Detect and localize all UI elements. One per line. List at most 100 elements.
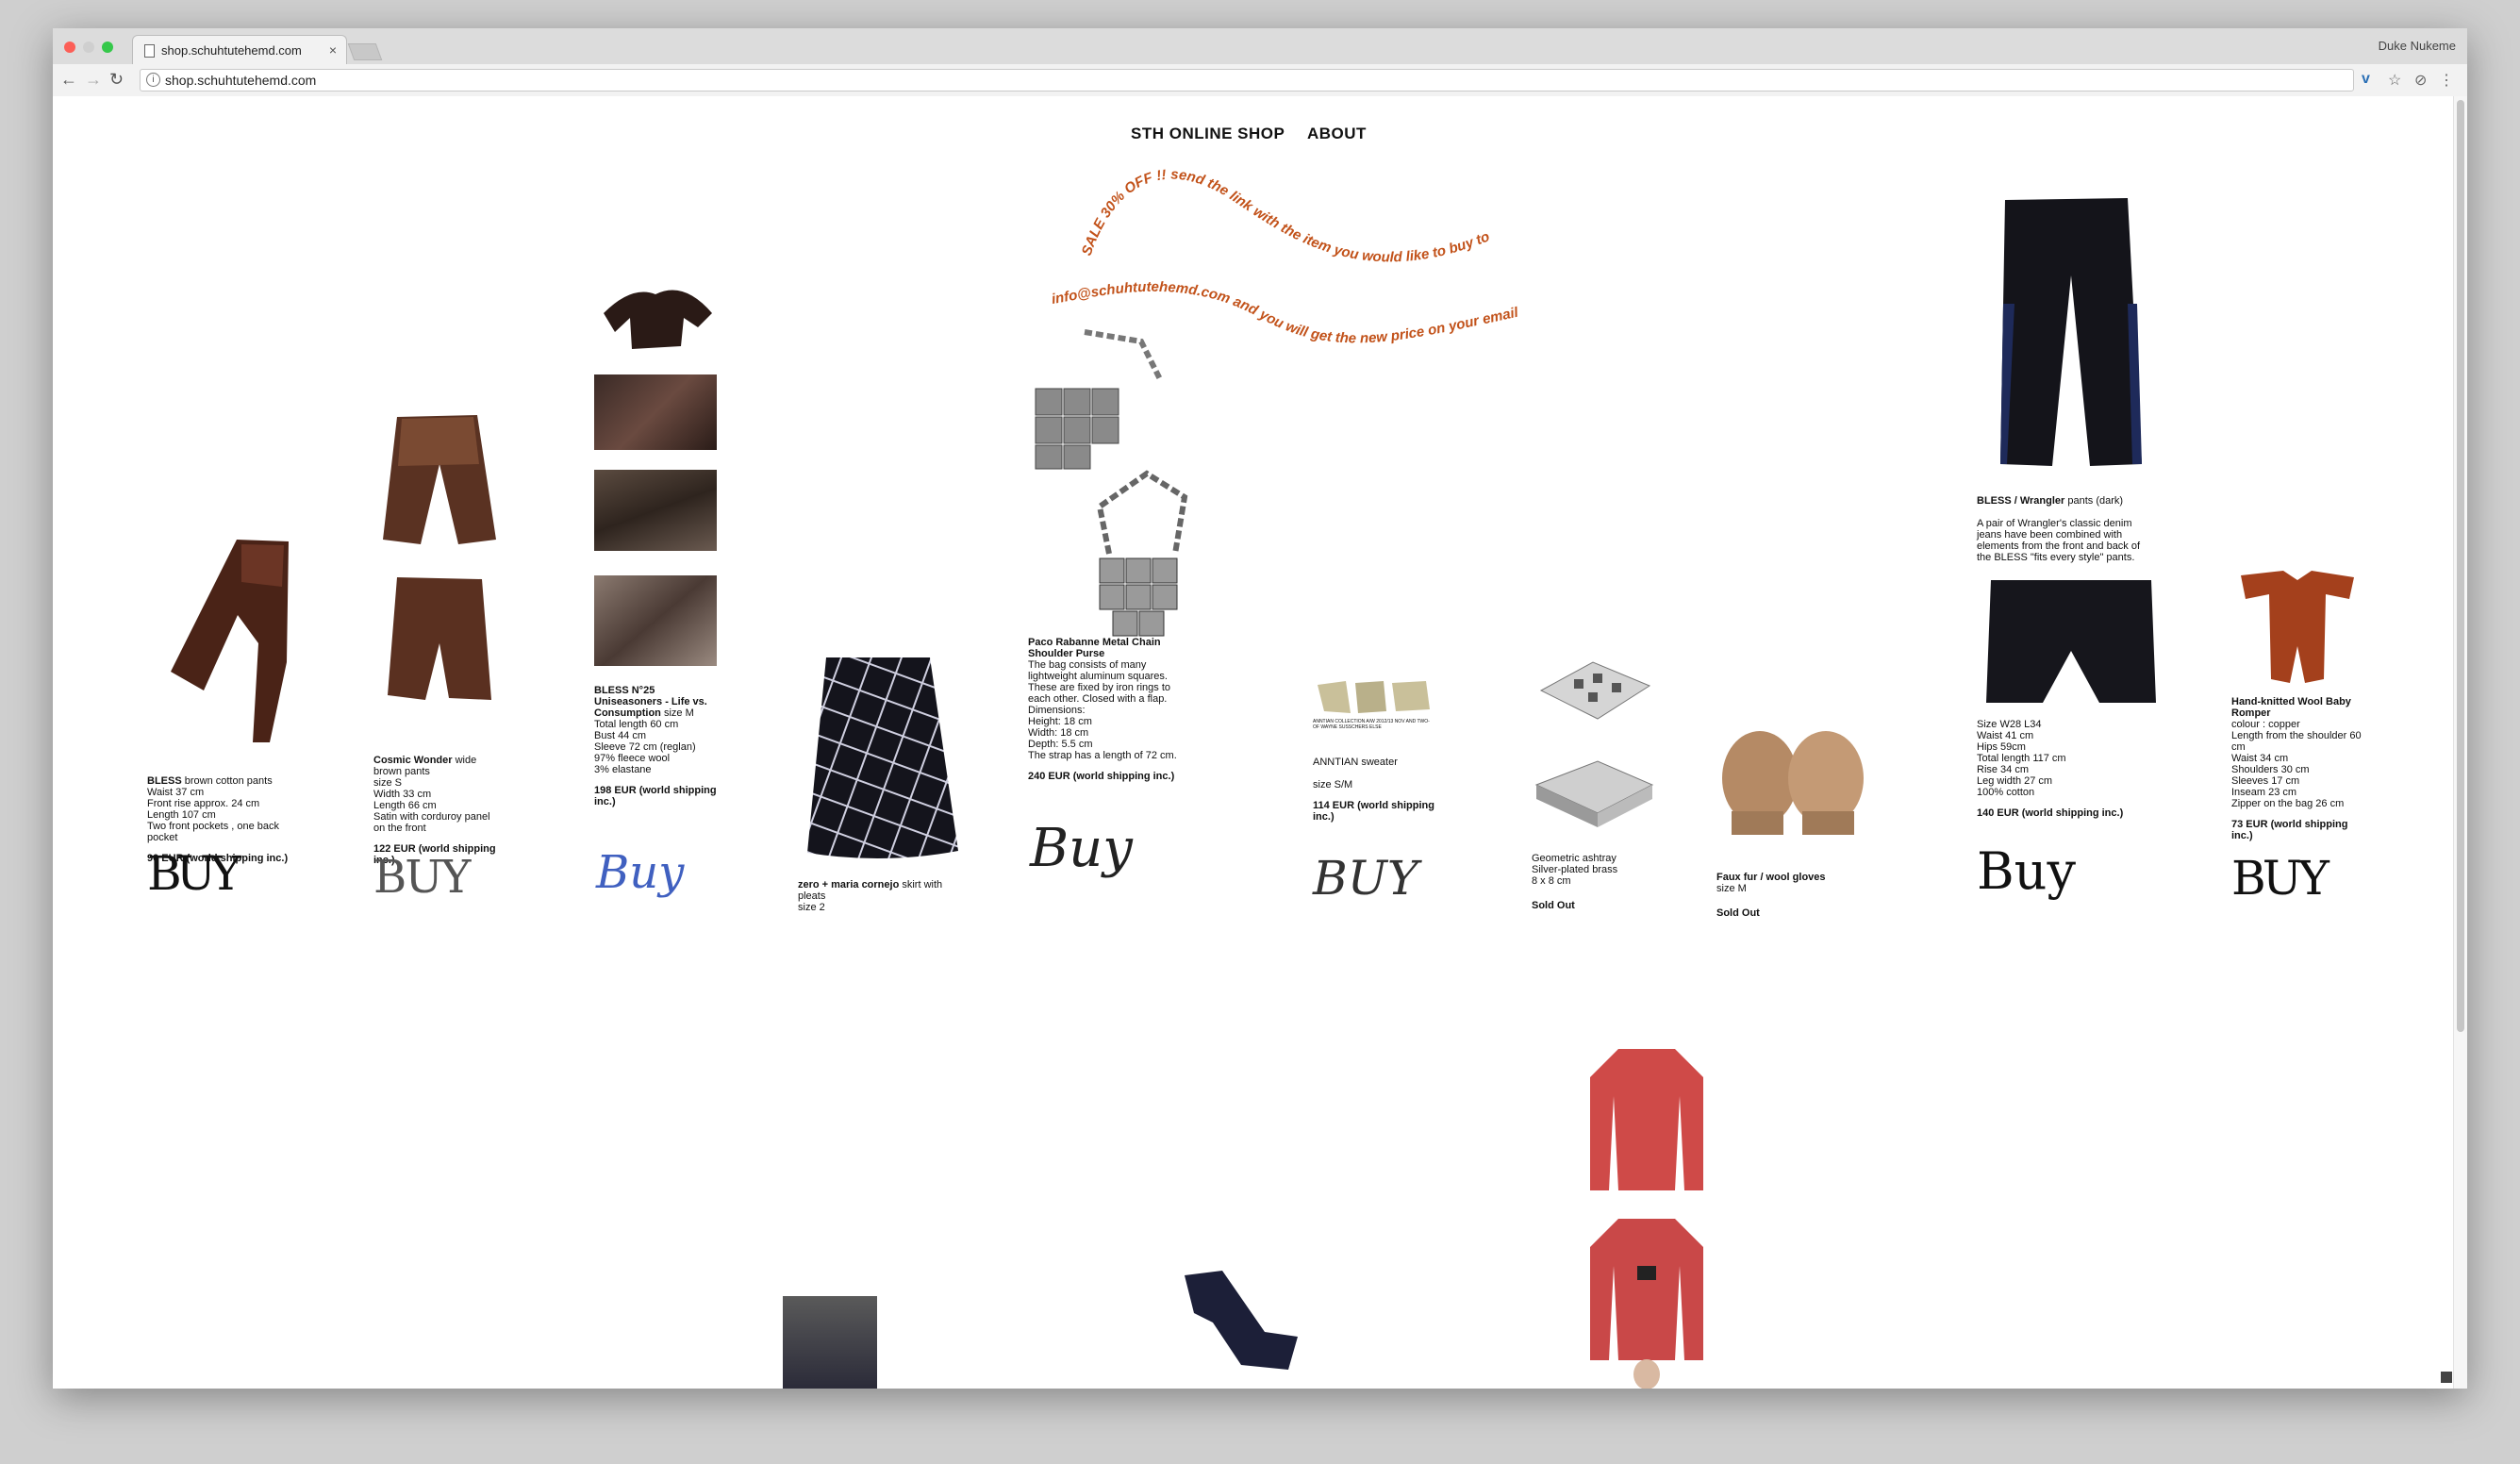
product-price: 73 EUR (world shipping inc.): [2231, 819, 2348, 841]
menu-icon[interactable]: ⋮: [2439, 71, 2454, 90]
product-brand: Hand-knitted Wool Baby Romper: [2231, 696, 2351, 719]
anntian-label: ANNTIAN COLLECTION A/W 2012/13 NOV AND T…: [1313, 719, 1430, 730]
product-image-ashtray-side[interactable]: [1532, 747, 1654, 832]
page-content: STH ONLINE SHOP ABOUT SALE 30% OFF !! se…: [53, 96, 2467, 1389]
product-desc: Total length 60 cm Bust 44 cm Sleeve 72 …: [594, 719, 696, 775]
product-name: ANNTIAN sweater: [1313, 757, 1398, 768]
product-6-info: ANNTIAN sweater size S/M 114 EUR (world …: [1313, 757, 1445, 823]
product-image-brown-pants-front[interactable]: [373, 408, 506, 549]
extension-icon[interactable]: ⊘: [2414, 71, 2427, 90]
product-image-sweater-worn[interactable]: [594, 575, 717, 666]
back-button[interactable]: ←: [60, 70, 77, 90]
product-2-info: Cosmic Wonder wide brown pants size S Wi…: [373, 755, 496, 866]
product-image-brown-pants-back[interactable]: [373, 568, 506, 709]
product-desc: Waist 37 cm Front rise approx. 24 cm Len…: [147, 787, 280, 843]
page-icon: [144, 44, 155, 58]
browser-window: shop.schuhtutehemd.com × Duke Nukeme ← →…: [53, 28, 2467, 1389]
info-icon[interactable]: i: [146, 73, 160, 87]
product-brand: Paco Rabanne Metal Chain Shoulder Purse: [1028, 637, 1161, 659]
reload-button[interactable]: ↻: [109, 70, 124, 90]
buy-button[interactable]: BUY: [373, 851, 471, 904]
product-desc: A pair of Wrangler's classic denim jeans…: [1977, 518, 2141, 563]
buy-button[interactable]: BUY: [1313, 851, 1418, 906]
product-9-info: Size W28 L34 Waist 41 cm Hips 59cm Total…: [1977, 719, 2147, 819]
product-desc: Silver-plated brass 8 x 8 cm: [1532, 864, 1618, 887]
url-text[interactable]: shop.schuhtutehemd.com: [165, 73, 316, 88]
product-image-plaid-skirt[interactable]: [798, 653, 968, 860]
product-price: 198 EUR (world shipping inc.): [594, 785, 717, 807]
product-price: 240 EUR (world shipping inc.): [1028, 771, 1175, 782]
product-image-puffer-vest[interactable]: [783, 1296, 877, 1389]
product-image-sweater-flat[interactable]: [594, 275, 717, 360]
product-brand: Faux fur / wool gloves: [1716, 872, 1826, 883]
product-price: 140 EUR (world shipping inc.): [1977, 807, 2124, 819]
svg-text:SALE 30% OFF !! send the link: SALE 30% OFF !! send the link with the i…: [1079, 167, 1492, 266]
profile-name[interactable]: Duke Nukeme: [2379, 39, 2456, 53]
close-window-button[interactable]: [64, 42, 75, 53]
product-4-info: zero + maria cornejo skirt with pleats s…: [798, 879, 958, 913]
forward-button[interactable]: →: [85, 70, 102, 90]
page-scrollbar[interactable]: [2453, 96, 2467, 1389]
product-image-metal-purse-1[interactable]: [1028, 323, 1179, 474]
browser-toolbar: ← → ↻ i shop.schuhtutehemd.com v ☆ ⊘ ⋮: [53, 64, 2467, 97]
tab-bar: shop.schuhtutehemd.com × Duke Nukeme: [53, 28, 2467, 65]
product-9-title: BLESS / Wrangler pants (dark) A pair of …: [1977, 495, 2147, 563]
nav-about-link[interactable]: ABOUT: [1307, 125, 1367, 143]
product-image-baby-romper[interactable]: [2231, 566, 2363, 689]
buy-button[interactable]: Buy: [596, 846, 684, 899]
product-status: Sold Out: [1716, 907, 1760, 919]
product-brand: BLESS / Wrangler: [1977, 495, 2065, 507]
product-image-wrangler-pants-detail[interactable]: [1977, 575, 2165, 707]
product-brand: Cosmic Wonder: [373, 755, 453, 766]
product-3-info: BLESS N°25 Uniseasoners - Life vs. Consu…: [594, 685, 717, 807]
product-name: pants (dark): [2064, 495, 2124, 507]
tab-title: shop.schuhtutehemd.com: [161, 43, 302, 58]
close-tab-icon[interactable]: ×: [329, 42, 337, 58]
product-image-red-jacket-1[interactable]: [1581, 1040, 1713, 1200]
product-image-anntian-sweater[interactable]: [1313, 677, 1435, 717]
new-tab-button[interactable]: [347, 43, 383, 60]
sale-line-1: SALE 30% OFF !! send the link with the i…: [1079, 167, 1492, 266]
minimize-window-button[interactable]: [83, 42, 94, 53]
product-brand: BLESS: [147, 775, 182, 787]
product-10-info: Hand-knitted Wool Baby Romper colour : c…: [2231, 696, 2363, 841]
product-image-red-jacket-3[interactable]: [1581, 1356, 1713, 1389]
product-image-brown-pants[interactable]: [147, 530, 298, 747]
product-image-red-jacket-2[interactable]: [1581, 1209, 1713, 1370]
product-image-fur-gloves[interactable]: [1713, 726, 1873, 840]
nav-shop-link[interactable]: STH ONLINE SHOP: [1131, 125, 1285, 143]
bookmark-star-icon[interactable]: ☆: [2388, 71, 2401, 90]
product-image-wrangler-pants[interactable]: [1977, 191, 2165, 474]
buy-button[interactable]: BUY: [147, 846, 241, 901]
product-image-ashtray-top[interactable]: [1532, 653, 1654, 728]
product-image-navy-jeans[interactable]: [1175, 1266, 1307, 1389]
product-desc: size S Width 33 cm Length 66 cm Satin wi…: [373, 777, 490, 834]
extension-v-icon[interactable]: v: [2362, 71, 2370, 88]
buy-button[interactable]: BUY: [2231, 851, 2329, 906]
address-bar[interactable]: i shop.schuhtutehemd.com: [140, 69, 2354, 92]
product-brand: zero + maria cornejo: [798, 879, 900, 890]
product-status: Sold Out: [1532, 900, 1575, 911]
buy-button[interactable]: Buy: [1030, 818, 1133, 879]
product-8-info: Faux fur / wool gloves size M Sold Out: [1716, 872, 1839, 919]
product-desc: colour : copper Length from the shoulder…: [2231, 719, 2362, 809]
product-7-info: Geometric ashtray Silver-plated brass 8 …: [1532, 853, 1654, 911]
product-details: Size W28 L34 Waist 41 cm Hips 59cm Total…: [1977, 719, 2066, 798]
product-image-sweater-detail-1[interactable]: [594, 374, 717, 450]
product-desc: size M: [1716, 883, 1747, 894]
resize-handle[interactable]: [2441, 1372, 2452, 1383]
product-image-metal-purse-2[interactable]: [1081, 469, 1203, 657]
product-name: brown cotton pants: [181, 775, 273, 787]
product-price: 114 EUR (world shipping inc.): [1313, 800, 1434, 823]
browser-tab[interactable]: shop.schuhtutehemd.com ×: [132, 35, 347, 65]
product-name: Geometric ashtray: [1532, 853, 1616, 864]
scrollbar-thumb[interactable]: [2457, 100, 2464, 1032]
product-desc: The bag consists of many lightweight alu…: [1028, 659, 1177, 761]
product-desc: size 2: [798, 902, 825, 913]
maximize-window-button[interactable]: [102, 42, 113, 53]
buy-button[interactable]: Buy: [1977, 841, 2076, 901]
product-name: size M: [660, 707, 694, 719]
product-5-info: Paco Rabanne Metal Chain Shoulder Purse …: [1028, 637, 1188, 782]
product-desc: size S/M: [1313, 779, 1353, 790]
product-image-sweater-detail-2[interactable]: [594, 470, 717, 551]
